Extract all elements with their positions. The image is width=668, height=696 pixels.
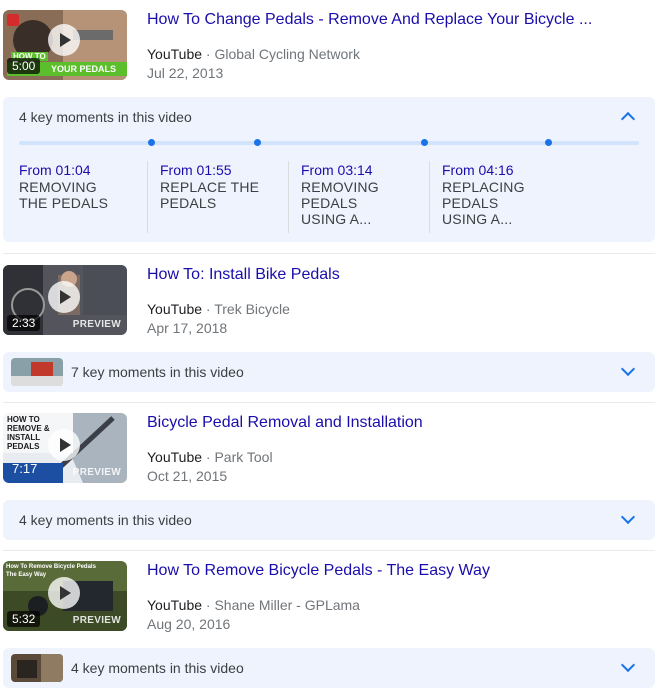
source-site: YouTube: [147, 449, 203, 465]
video-thumbnail[interactable]: 2:33 PREVIEW: [3, 265, 127, 335]
moment-label: REMOVING THE PEDALS: [19, 179, 109, 211]
key-moment[interactable]: From 01:55 REPLACE THE PEDALS: [160, 161, 290, 211]
moment-label: REPLACING PEDALS USING A...: [442, 179, 525, 227]
preview-label: PREVIEW: [72, 467, 121, 478]
timeline-marker[interactable]: [148, 139, 155, 146]
key-moments-panel[interactable]: 4 key moments in this video: [3, 648, 655, 688]
video-date: Apr 17, 2018: [147, 320, 228, 336]
play-icon: [48, 429, 80, 461]
video-date: Aug 20, 2016: [147, 616, 231, 632]
video-title-link[interactable]: How To: Install Bike Pedals: [147, 265, 340, 285]
separator-dot: ·: [205, 46, 211, 62]
result-divider: [3, 402, 655, 403]
chevron-up-icon[interactable]: [620, 111, 636, 127]
video-duration: 5:00: [7, 58, 41, 74]
result-divider: [3, 253, 655, 254]
video-duration: 2:33: [7, 315, 41, 331]
moments-timeline: [19, 139, 639, 146]
moment-time: From 01:55: [160, 162, 232, 178]
video-title-link[interactable]: Bicycle Pedal Removal and Installation: [147, 413, 423, 433]
source-channel: Trek Bicycle: [214, 301, 290, 317]
thumbnail-caption: YOUR PEDALS: [51, 64, 117, 74]
key-moment[interactable]: From 01:04 REMOVING THE PEDALS: [19, 161, 149, 211]
moment-time: From 01:04: [19, 162, 91, 178]
video-title-link[interactable]: How To Remove Bicycle Pedals - The Easy …: [147, 561, 490, 581]
preview-label: PREVIEW: [72, 615, 121, 626]
video-duration: 7:17: [12, 461, 38, 476]
moment-label: REPLACE THE PEDALS: [160, 179, 260, 211]
timeline-marker[interactable]: [421, 139, 428, 146]
source-channel: Global Cycling Network: [214, 46, 360, 62]
play-icon: [48, 577, 80, 609]
moment-divider: [429, 161, 430, 233]
separator-dot: ·: [205, 449, 211, 465]
key-moments-panel[interactable]: 7 key moments in this video: [3, 352, 655, 392]
video-thumbnail[interactable]: How To Remove Bicycle Pedals The Easy Wa…: [3, 561, 127, 631]
moments-thumbnail: [11, 358, 63, 386]
source-channel: Shane Miller - GPLama: [214, 597, 360, 613]
moment-label: REMOVING PEDALS USING A...: [301, 179, 379, 227]
timeline-marker[interactable]: [545, 139, 552, 146]
video-thumbnail[interactable]: HOW TO REMOVE & INSTALL PEDALS 7:17 PREV…: [3, 413, 127, 483]
key-moments-panel[interactable]: 4 key moments in this video: [3, 500, 655, 540]
source-site: YouTube: [147, 46, 203, 62]
separator-dot: ·: [205, 301, 211, 317]
video-title-link[interactable]: How To Change Pedals - Remove And Replac…: [147, 10, 592, 30]
moment-time: From 04:16: [442, 162, 514, 178]
moment-divider: [288, 161, 289, 233]
key-moment[interactable]: From 03:14 REMOVING PEDALS USING A...: [301, 161, 431, 227]
thumbnail-caption: How To Remove Bicycle Pedals The Easy Wa…: [6, 564, 96, 578]
preview-label: PREVIEW: [72, 319, 121, 330]
moment-divider: [147, 161, 148, 233]
play-icon: [48, 281, 80, 313]
moment-time: From 03:14: [301, 162, 373, 178]
source-site: YouTube: [147, 597, 203, 613]
video-date: Oct 21, 2015: [147, 468, 228, 484]
source-channel: Park Tool: [214, 449, 273, 465]
video-source: YouTube · Park Tool: [147, 448, 273, 466]
timeline-marker[interactable]: [254, 139, 261, 146]
separator-dot: ·: [205, 597, 211, 613]
chevron-down-icon[interactable]: [620, 361, 636, 377]
moments-thumbnail: [11, 654, 63, 682]
source-site: YouTube: [147, 301, 203, 317]
key-moment[interactable]: From 04:16 REPLACING PEDALS USING A...: [442, 161, 572, 227]
video-source: YouTube · Global Cycling Network: [147, 45, 360, 63]
video-source: YouTube · Trek Bicycle: [147, 300, 290, 318]
video-thumbnail[interactable]: HOW TO YOUR PEDALS 5:00: [3, 10, 127, 80]
chevron-down-icon[interactable]: [620, 657, 636, 673]
video-duration: 5:32: [7, 611, 41, 627]
chevron-down-icon[interactable]: [620, 509, 636, 525]
result-divider: [3, 550, 655, 551]
key-moments-label: 7 key moments in this video: [71, 364, 244, 380]
key-moments-label: 4 key moments in this video: [19, 512, 192, 528]
video-source: YouTube · Shane Miller - GPLama: [147, 596, 360, 614]
key-moments-label: 4 key moments in this video: [71, 660, 244, 676]
play-icon: [48, 24, 80, 56]
key-moments-label: 4 key moments in this video: [19, 109, 192, 125]
video-date: Jul 22, 2013: [147, 65, 224, 81]
key-moments-panel[interactable]: 4 key moments in this video From 01:04 R…: [3, 97, 655, 242]
